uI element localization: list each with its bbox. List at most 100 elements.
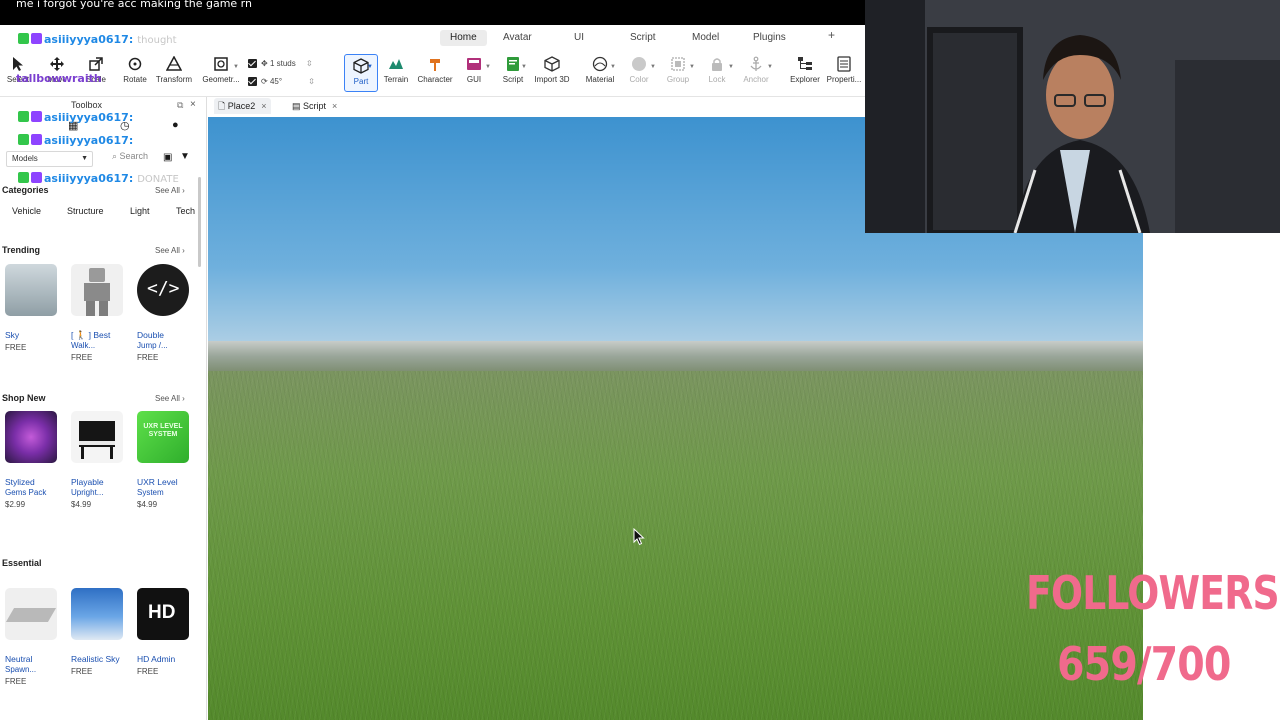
- asset-thumbnail: [71, 411, 123, 463]
- asset-thumbnail: UXR LEVEL SYSTEM: [137, 411, 189, 463]
- anchor-button[interactable]: Anchor: [734, 56, 778, 84]
- rotate-snap-setting[interactable]: ⟳ 45° ⇳: [248, 77, 315, 87]
- rotate-icon: [128, 57, 142, 71]
- code-icon: </>: [147, 278, 180, 299]
- tab-home[interactable]: Home: [440, 30, 487, 46]
- move-arrows-icon: ✥: [261, 59, 270, 68]
- mouse-cursor-icon: [633, 528, 645, 546]
- stream-top-bar: me i forgot you're acc making the game r…: [0, 0, 865, 25]
- popout-icon[interactable]: ⧉: [177, 100, 183, 111]
- toolbox-scrollbar[interactable]: [198, 177, 201, 267]
- asset-card[interactable]: Neutral Spawn... FREE: [5, 588, 61, 688]
- lock-button[interactable]: Lock: [695, 56, 739, 84]
- geometry-icon: [214, 57, 228, 71]
- category-chip-light[interactable]: Light: [128, 204, 152, 218]
- chevron-down-icon[interactable]: ▼: [367, 64, 373, 70]
- asset-card[interactable]: Realistic Sky FREE: [71, 588, 127, 678]
- move-icon: [50, 57, 64, 71]
- asset-card[interactable]: [ 🚶 ] Best Walk... FREE: [71, 264, 127, 364]
- followers-label: FOLLOWERS:: [1026, 566, 1280, 620]
- explorer-icon: [798, 57, 812, 70]
- explorer-button[interactable]: Explorer: [783, 56, 827, 84]
- see-all-link[interactable]: See All ›: [155, 246, 185, 255]
- lock-icon: [712, 58, 722, 71]
- badge-icon: [18, 33, 29, 44]
- checkbox-icon[interactable]: [248, 59, 257, 69]
- chat-message: asiiiyyya0617: DONATE: [18, 172, 179, 185]
- color-button[interactable]: Color: [617, 56, 661, 84]
- asset-thumbnail: HD: [137, 588, 189, 640]
- character-icon: [430, 59, 440, 71]
- search-input[interactable]: ⌕ Search: [112, 151, 148, 162]
- asset-thumbnail: [71, 588, 123, 640]
- transform-tool-button[interactable]: Transform: [152, 56, 196, 84]
- asset-card[interactable]: Playable Upright... $4.99: [71, 411, 127, 511]
- asset-card[interactable]: UXR LEVEL SYSTEM UXR Level System $4.99: [137, 411, 193, 511]
- asset-thumbnail: [5, 264, 57, 316]
- ribbon-toolbar: Select Move Scale Rotate Transform Geome…: [0, 50, 865, 97]
- category-chip-tech[interactable]: Tech: [174, 204, 197, 218]
- close-icon[interactable]: ×: [190, 99, 196, 110]
- script-insert-button[interactable]: Script: [491, 56, 535, 84]
- chat-header-message: me i forgot you're acc making the game r…: [16, 0, 252, 10]
- stepper-icon[interactable]: ⇳: [306, 59, 313, 68]
- anchor-icon: [750, 56, 762, 71]
- tab-script[interactable]: Script: [620, 30, 666, 46]
- close-icon[interactable]: ×: [261, 101, 266, 111]
- chevron-down-icon[interactable]: ▼: [521, 64, 527, 70]
- streamer-image: [865, 0, 1280, 233]
- import-3d-icon: [544, 56, 560, 72]
- close-icon[interactable]: ×: [332, 101, 337, 111]
- geometry-tool-button[interactable]: Geometr...: [199, 56, 243, 84]
- badge-icon: [31, 111, 42, 122]
- see-all-link[interactable]: See All ›: [155, 394, 185, 403]
- chat-message: tallbowwraith: [16, 72, 102, 85]
- asset-card[interactable]: </> Double Jump /... FREE: [137, 264, 193, 364]
- material-button[interactable]: Material: [578, 56, 622, 84]
- script-file-icon: ▤: [292, 101, 304, 111]
- tab-avatar[interactable]: Avatar: [493, 30, 542, 46]
- image-search-icon[interactable]: ▣: [163, 152, 172, 163]
- asset-card[interactable]: Stylized Gems Pack $2.99: [5, 411, 61, 511]
- asset-thumbnail: [5, 411, 57, 463]
- filter-icon[interactable]: ▼: [180, 151, 190, 162]
- group-icon: [671, 57, 685, 71]
- toolbox-title: Toolbox: [71, 100, 103, 110]
- bulb-icon[interactable]: ●: [172, 119, 179, 131]
- properties-button[interactable]: Properti...: [822, 56, 866, 84]
- category-chip-vehicle[interactable]: Vehicle: [10, 204, 43, 218]
- see-all-link[interactable]: See All ›: [155, 186, 185, 195]
- category-select[interactable]: Models ▼: [6, 151, 93, 167]
- tab-plugins[interactable]: Plugins: [743, 30, 796, 46]
- horizon: [208, 341, 1143, 371]
- chevron-down-icon[interactable]: ▼: [610, 64, 616, 70]
- stepper-icon[interactable]: ⇳: [308, 77, 315, 86]
- section-title-shop-new: Shop New: [2, 393, 46, 403]
- character-button[interactable]: Character: [413, 56, 457, 84]
- move-snap-setting[interactable]: ✥ 1 studs ⇳: [248, 59, 313, 69]
- script-icon: [507, 57, 519, 71]
- badge-icon: [31, 33, 42, 44]
- tab-model[interactable]: Model: [682, 30, 729, 46]
- add-tab-button[interactable]: +: [828, 28, 835, 42]
- badge-icon: [18, 111, 29, 122]
- tab-place2[interactable]: 🗋 Place2 ×: [214, 98, 271, 114]
- group-button[interactable]: Group: [656, 56, 700, 84]
- chevron-down-icon[interactable]: ▼: [233, 64, 239, 70]
- badge-icon: [18, 134, 29, 145]
- checkbox-icon[interactable]: [248, 77, 257, 87]
- terrain-button[interactable]: Terrain: [374, 56, 418, 84]
- tab-ui[interactable]: UI: [564, 30, 594, 46]
- document-tabs: 🗋 Place2 × ▤ Script ×: [208, 97, 865, 115]
- scale-icon: [89, 57, 103, 71]
- chevron-down-icon[interactable]: ▼: [767, 64, 773, 70]
- chat-message: asiiiyyya0617:: [18, 111, 133, 124]
- asset-card[interactable]: Sky FREE: [5, 264, 61, 354]
- asset-card[interactable]: HD HD Admin FREE: [137, 588, 193, 678]
- properties-icon: [837, 56, 851, 72]
- tab-script-doc[interactable]: ▤ Script ×: [288, 98, 341, 114]
- category-chip-structure[interactable]: Structure: [65, 204, 106, 218]
- gui-button[interactable]: GUI: [452, 56, 496, 84]
- import-3d-button[interactable]: Import 3D: [530, 56, 574, 84]
- rotate-tool-button[interactable]: Rotate: [113, 56, 157, 84]
